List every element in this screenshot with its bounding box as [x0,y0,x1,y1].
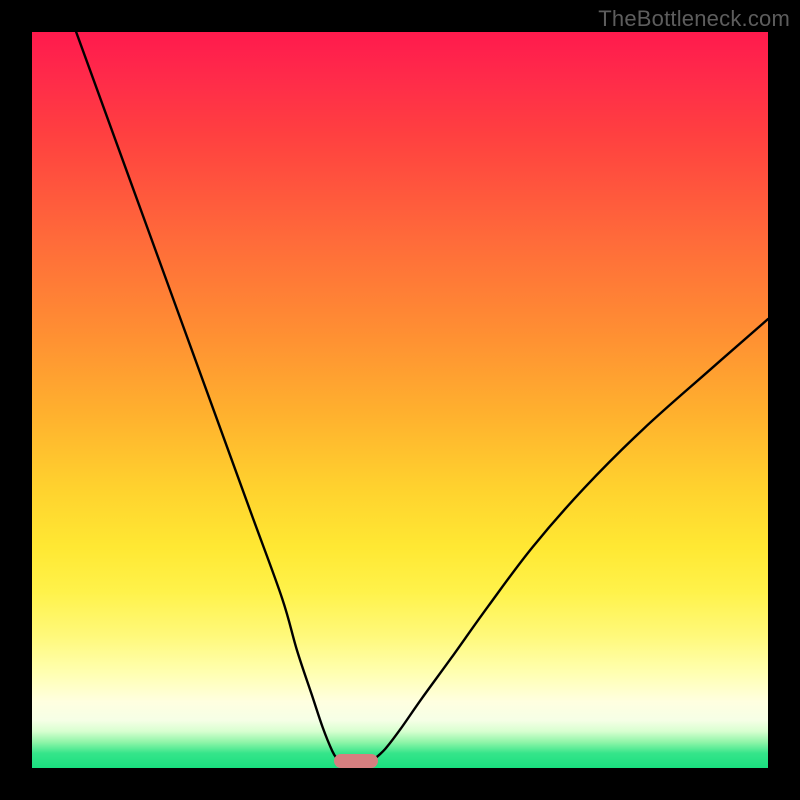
plot-area [32,32,768,768]
watermark-text: TheBottleneck.com [598,6,790,32]
chart-frame: TheBottleneck.com [0,0,800,800]
right-curve [374,319,768,759]
bottleneck-range-marker [334,754,378,768]
curves-svg [32,32,768,768]
left-curve [76,32,337,759]
